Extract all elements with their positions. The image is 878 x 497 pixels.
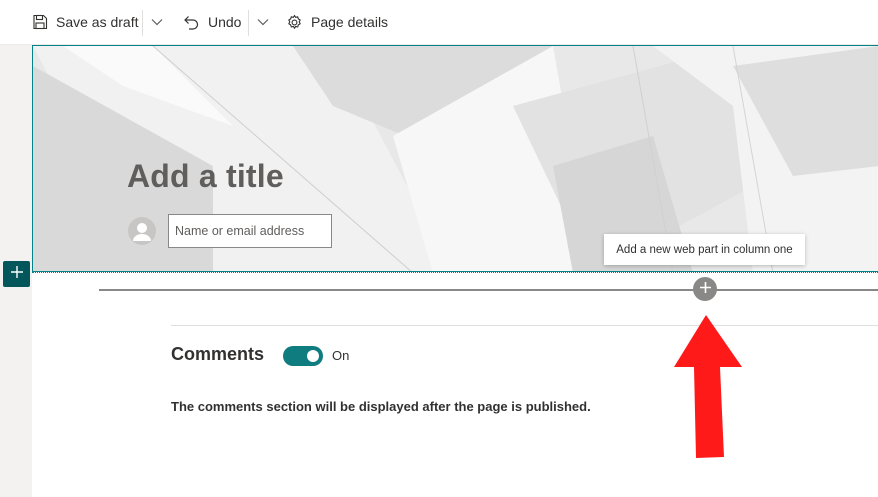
gear-icon [286, 14, 303, 31]
red-arrow-annotation-icon [674, 315, 742, 458]
page-details-button[interactable]: Page details [286, 0, 388, 45]
section-dotted-border [32, 272, 878, 273]
webpart-insert-line [99, 289, 878, 291]
undo-icon [182, 14, 200, 30]
undo-label: Undo [208, 14, 242, 30]
save-icon [32, 14, 48, 30]
save-options-dropdown[interactable] [148, 0, 166, 45]
comments-toggle-state: On [332, 348, 350, 363]
comments-heading: Comments [171, 344, 265, 364]
plus-icon [10, 265, 23, 283]
undo-button[interactable]: Undo [182, 0, 241, 45]
save-as-draft-button[interactable]: Save as draft [32, 0, 139, 45]
save-as-draft-label: Save as draft [56, 14, 139, 30]
command-bar: Save as draft Undo Page details [0, 0, 878, 45]
author-name-input[interactable] [168, 214, 332, 248]
page-title-placeholder[interactable]: Add a title [127, 158, 284, 195]
toolbar-divider [248, 10, 249, 36]
add-webpart-tooltip: Add a new web part in column one [604, 234, 805, 265]
chevron-down-icon [151, 18, 163, 26]
page-details-label: Page details [311, 14, 389, 30]
toolbar-divider [142, 10, 143, 36]
toggle-knob [307, 350, 319, 362]
plus-icon [699, 280, 711, 298]
comments-info-message: The comments section will be displayed a… [171, 399, 591, 414]
undo-options-dropdown[interactable] [254, 0, 272, 45]
add-section-button[interactable] [3, 261, 30, 287]
comments-divider [171, 325, 878, 326]
comments-toggle[interactable] [283, 346, 323, 366]
author-avatar-icon [128, 217, 156, 245]
chevron-down-icon [257, 18, 269, 26]
add-webpart-button[interactable] [693, 277, 717, 301]
